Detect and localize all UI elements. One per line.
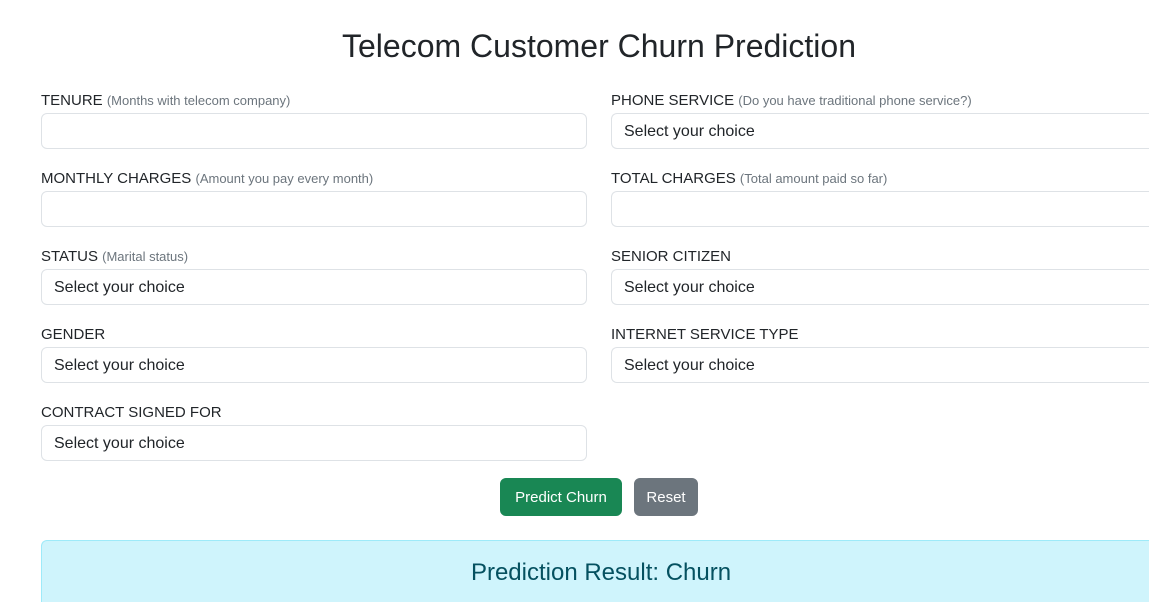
prediction-result-text: Prediction Result: Churn bbox=[470, 559, 732, 586]
monthly-charges-input[interactable] bbox=[41, 191, 587, 227]
monthly-charges-label: MONTHLY CHARGES bbox=[41, 170, 192, 187]
contract-signed-for-select[interactable]: Select your choice bbox=[41, 425, 587, 461]
status-label: STATUS bbox=[41, 248, 98, 265]
phone-service-hint: (Do you have traditional phone service?) bbox=[738, 93, 972, 108]
phone-service-label: PHONE SERVICE bbox=[611, 92, 735, 109]
gender-select[interactable]: Select your choice bbox=[41, 347, 587, 383]
monthly-charges-label-group: MONTHLY CHARGES (Amount you pay every mo… bbox=[41, 170, 373, 188]
tenure-input[interactable] bbox=[41, 113, 587, 149]
tenure-label: TENURE bbox=[41, 92, 103, 109]
prediction-result-alert: Prediction Result: Churn bbox=[41, 540, 1149, 602]
tenure-hint: (Months with telecom company) bbox=[106, 93, 291, 108]
senior-citizen-label: SENIOR CITIZEN bbox=[611, 248, 732, 265]
reset-button[interactable]: Reset bbox=[634, 478, 698, 516]
tenure-label-group: TENURE (Months with telecom company) bbox=[41, 92, 290, 110]
total-charges-label: TOTAL CHARGES bbox=[611, 170, 736, 187]
total-charges-input[interactable] bbox=[611, 191, 1149, 227]
internet-service-type-label: INTERNET SERVICE TYPE bbox=[611, 326, 799, 343]
total-charges-label-group: TOTAL CHARGES (Total amount paid so far) bbox=[611, 170, 887, 188]
contract-signed-for-label: CONTRACT SIGNED FOR bbox=[41, 404, 222, 421]
senior-citizen-select[interactable]: Select your choice bbox=[611, 269, 1149, 305]
status-select[interactable]: Select your choice bbox=[41, 269, 587, 305]
predict-churn-button[interactable]: Predict Churn bbox=[500, 478, 622, 516]
monthly-charges-hint: (Amount you pay every month) bbox=[195, 171, 374, 186]
gender-label: GENDER bbox=[41, 326, 106, 343]
page: Telecom Customer Churn Prediction TENURE… bbox=[0, 0, 1149, 602]
status-label-group: STATUS (Marital status) bbox=[41, 248, 188, 266]
page-title: Telecom Customer Churn Prediction bbox=[342, 28, 856, 64]
status-hint: (Marital status) bbox=[102, 249, 189, 264]
total-charges-hint: (Total amount paid so far) bbox=[739, 171, 888, 186]
internet-service-type-select[interactable]: Select your choice bbox=[611, 347, 1149, 383]
phone-service-select[interactable]: Select your choice bbox=[611, 113, 1149, 149]
phone-service-label-group: PHONE SERVICE (Do you have traditional p… bbox=[611, 92, 972, 110]
